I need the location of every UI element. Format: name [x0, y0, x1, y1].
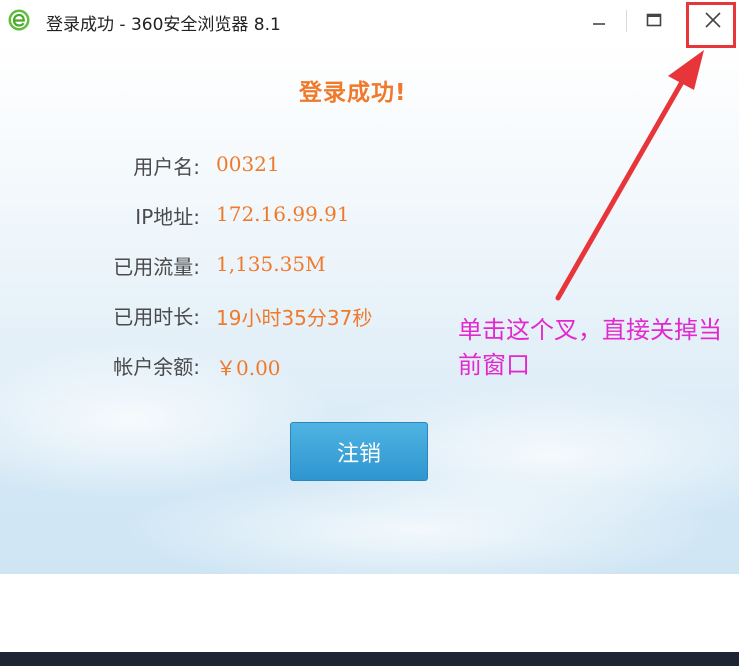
annotation-text: 单击这个叉，直接关掉当前窗口 [458, 316, 722, 379]
